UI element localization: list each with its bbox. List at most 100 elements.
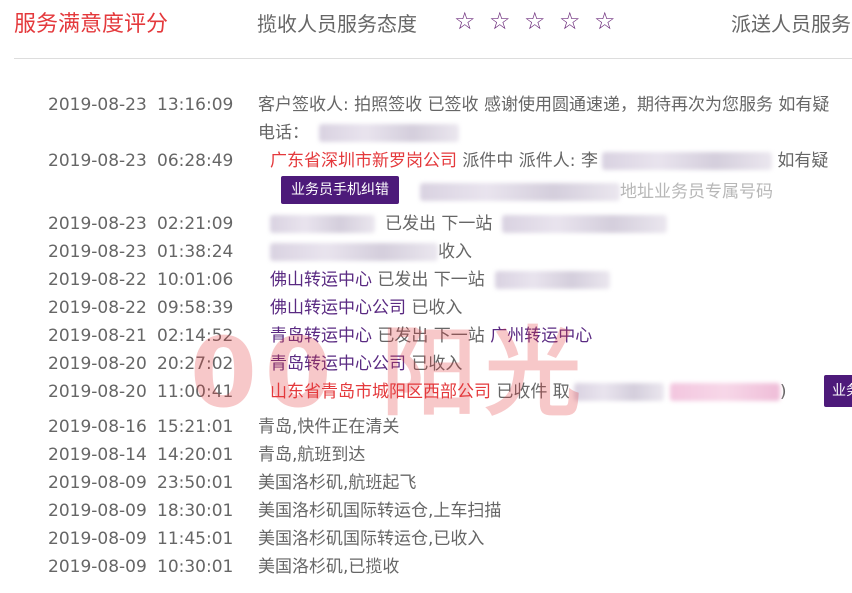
status-text: 已发出 下一站 <box>377 326 485 346</box>
tracking-date: 2019-08-23 <box>48 214 147 234</box>
station-link[interactable]: 佛山转运中心 <box>270 270 372 290</box>
tracking-date: 2019-08-22 <box>48 298 147 318</box>
status-text: 已收件 取 <box>496 382 570 402</box>
station-link[interactable]: 广东省深圳市新罗岗公司 <box>270 151 457 171</box>
tracking-row: 2019-08-23 02:21:09 已发出 下一站 <box>0 210 852 238</box>
tracking-date: 2019-08-21 <box>48 326 147 346</box>
tracking-row: 2019-08-20 11:00:41 山东省青岛市城阳区西部公司 已收件 取)… <box>0 375 852 412</box>
tracking-time: 18:30:01 <box>157 501 234 521</box>
tracking-date: 2019-08-20 <box>48 382 147 402</box>
tracking-row: 2019-08-23 13:16:09 客户签收人: 拍照签收 已签收 感谢使用… <box>0 91 852 119</box>
station-link[interactable]: 青岛转运中心公司 <box>270 354 406 374</box>
pickup-service-label: 揽收人员服务态度 <box>257 12 417 36</box>
tracking-desc: 山东省青岛市城阳区西部公司 已收件 取) <box>270 381 786 403</box>
tracking-desc: 广东省深圳市新罗岗公司 派件中 派件人: 李 如有疑 <box>270 150 828 172</box>
tracking-time: 01:38:24 <box>157 242 234 262</box>
tracking-time: 13:16:09 <box>157 95 234 115</box>
tracking-row: 2019-08-14 14:20:01 青岛,航班到达 <box>0 441 852 469</box>
status-text: 已收入 <box>411 298 463 318</box>
star-icon[interactable]: ☆ <box>524 6 559 36</box>
tracking-time: 02:14:52 <box>157 326 234 346</box>
tracking-desc: 美国洛杉矶,已揽收 <box>258 557 400 577</box>
tracking-desc-line2: 地址业务员专属号码 <box>420 181 773 203</box>
redacted-next-station <box>494 271 610 289</box>
tracking-date: 2019-08-23 <box>48 95 147 115</box>
tracking-row: 2019-08-09 10:30:01 美国洛杉矶,已揽收 <box>0 553 852 581</box>
tracking-desc: 青岛,航班到达 <box>258 445 366 465</box>
redacted-courier <box>601 152 772 170</box>
tracking-row: 2019-08-16 15:21:01 青岛,快件正在清关 <box>0 413 852 441</box>
tracking-time: 10:30:01 <box>157 557 234 577</box>
tracking-row: 2019-08-20 20:27:02 青岛转运中心公司 已收入 <box>0 350 852 378</box>
redacted-phone <box>669 383 780 401</box>
tracking-desc: 青岛,快件正在清关 <box>258 417 400 437</box>
tracking-date: 2019-08-20 <box>48 354 147 374</box>
redacted-next-station <box>502 215 668 233</box>
tracking-time: 23:50:01 <box>157 473 234 493</box>
tracking-date: 2019-08-23 <box>48 242 147 262</box>
tracking-date: 2019-08-23 <box>48 151 147 171</box>
tracking-date: 2019-08-09 <box>48 557 147 577</box>
next-station-link[interactable]: 广州转运中心 <box>490 326 592 346</box>
pickup-star-rating: ☆ ☆ ☆ ☆ ☆ <box>454 6 629 36</box>
tracking-desc: 已发出 下一站 <box>270 213 668 235</box>
delivery-service-label: 派送人员服务 <box>731 12 851 36</box>
tracking-date: 2019-08-09 <box>48 501 147 521</box>
tracking-date: 2019-08-09 <box>48 473 147 493</box>
courier-phone-correction-button[interactable]: 业务员手机纠错 <box>281 176 399 204</box>
star-icon[interactable]: ☆ <box>489 6 524 36</box>
tracking-row: 2019-08-23 06:28:49 广东省深圳市新罗岗公司 派件中 派件人:… <box>0 147 852 175</box>
redacted-address <box>420 183 620 201</box>
tracking-time: 09:58:39 <box>157 298 234 318</box>
tracking-date: 2019-08-09 <box>48 529 147 549</box>
star-icon[interactable]: ☆ <box>559 6 594 36</box>
status-text: 已收入 <box>411 354 463 374</box>
tracking-time: 11:45:01 <box>157 529 234 549</box>
star-icon[interactable]: ☆ <box>594 6 629 36</box>
tracking-row: 2019-08-21 02:14:52 青岛转运中心 已发出 下一站 广州转运中… <box>0 322 852 350</box>
tracking-time: 10:01:06 <box>157 270 234 290</box>
tracking-desc: 青岛转运中心公司 已收入 <box>270 353 462 375</box>
tracking-desc: 佛山转运中心 已发出 下一站 <box>270 269 610 291</box>
tracking-row-continuation: 业务员手机纠错 地址业务员专属号码 <box>0 175 852 209</box>
tracking-desc: 收入 <box>270 241 472 263</box>
tracking-desc: 美国洛杉矶国际转运仓,上车扫描 <box>258 501 502 521</box>
redacted-station <box>270 215 375 233</box>
tracking-row: 2019-08-22 09:58:39 佛山转运中心公司 已收入 <box>0 294 852 322</box>
tracking-desc: 青岛转运中心 已发出 下一站 广州转运中心 <box>270 325 592 347</box>
tracking-desc: 佛山转运中心公司 已收入 <box>270 297 462 319</box>
status-tail: 如有疑 <box>777 151 829 171</box>
tracking-time: 02:21:09 <box>157 214 234 234</box>
satisfaction-title: 服务满意度评分 <box>14 12 169 37</box>
star-icon[interactable]: ☆ <box>454 6 489 36</box>
tracking-row: 2019-08-09 11:45:01 美国洛杉矶国际转运仓,已收入 <box>0 525 852 553</box>
rating-bar: 服务满意度评分 揽收人员服务态度 ☆ ☆ ☆ ☆ ☆ 派送人员服务 <box>0 0 852 44</box>
station-link[interactable]: 山东省青岛市城阳区西部公司 <box>270 382 491 402</box>
status-text: 派件中 派件人: 李 <box>462 151 598 171</box>
tracking-desc: 美国洛杉矶,航班起飞 <box>258 473 417 493</box>
courier-phone-correction-button[interactable]: 业务 <box>824 375 852 407</box>
redacted-station <box>270 243 438 261</box>
status-text: 已发出 下一站 <box>385 214 493 234</box>
tracking-date: 2019-08-22 <box>48 270 147 290</box>
redacted-phone <box>319 124 459 142</box>
tracking-desc: 客户签收人: 拍照签收 已签收 感谢使用圆通速递，期待再次为您服务 如有疑 <box>258 95 830 115</box>
tracking-time: 15:21:01 <box>157 417 234 437</box>
tracking-row: 2019-08-09 18:30:01 美国洛杉矶国际转运仓,上车扫描 <box>0 497 852 525</box>
tracking-desc: 美国洛杉矶国际转运仓,已收入 <box>258 529 485 549</box>
tracking-time: 14:20:01 <box>157 445 234 465</box>
redacted-courier <box>573 383 664 401</box>
tracking-time: 06:28:49 <box>157 151 234 171</box>
tracking-row: 2019-08-23 01:38:24 收入 <box>0 238 852 266</box>
tracking-date: 2019-08-14 <box>48 445 147 465</box>
station-link[interactable]: 佛山转运中心公司 <box>270 298 406 318</box>
status-tail: ) <box>779 382 787 402</box>
phone-label: 电话： <box>258 123 309 143</box>
tracking-row: 2019-08-22 10:01:06 佛山转运中心 已发出 下一站 <box>0 266 852 294</box>
tracking-time: 20:27:02 <box>157 354 234 374</box>
tracking-time: 11:00:41 <box>157 382 234 402</box>
status-text: 收入 <box>438 242 472 262</box>
station-link[interactable]: 青岛转运中心 <box>270 326 372 346</box>
divider <box>14 58 852 59</box>
tracking-row: 2019-08-09 23:50:01 美国洛杉矶,航班起飞 <box>0 469 852 497</box>
